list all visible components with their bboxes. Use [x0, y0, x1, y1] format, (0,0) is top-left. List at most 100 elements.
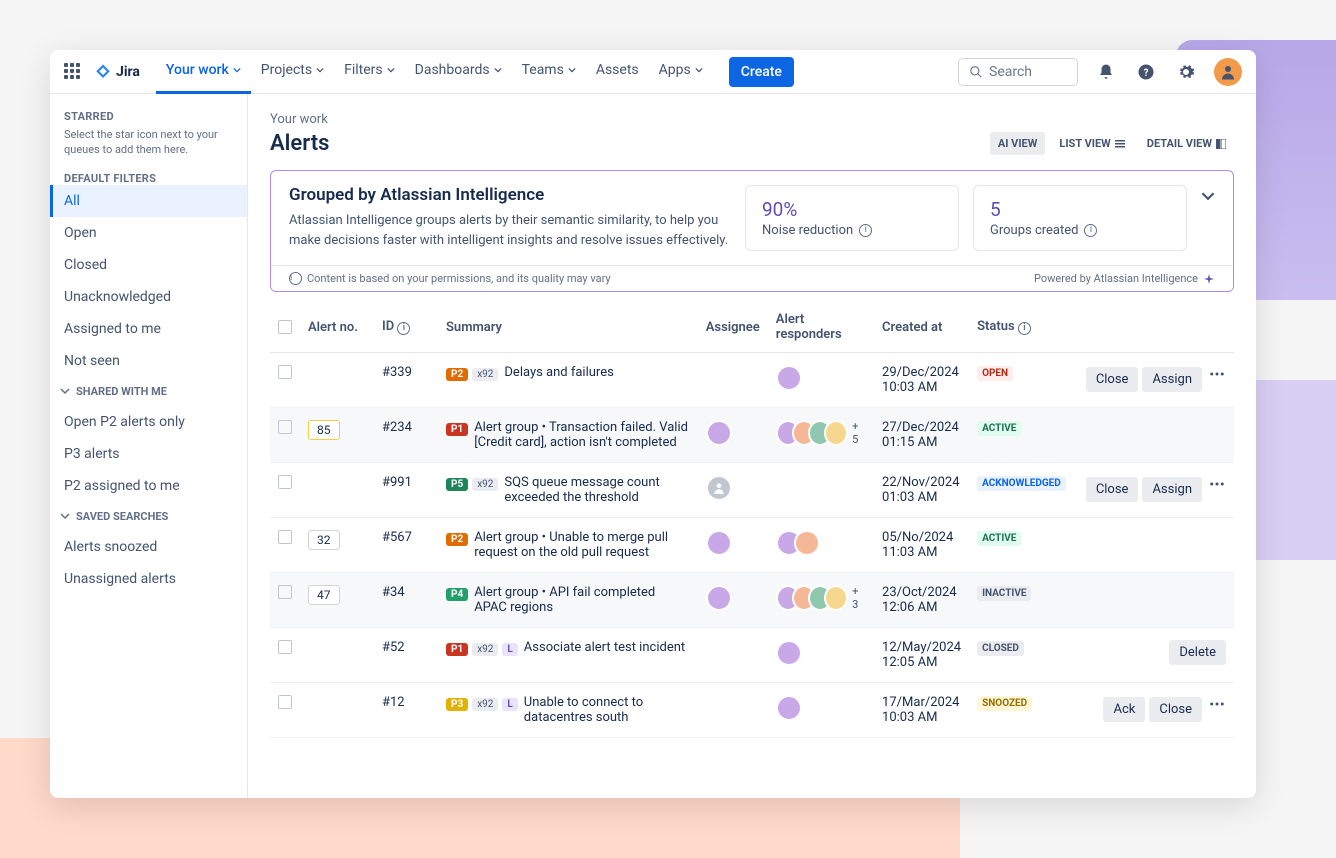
close-button[interactable]: Close: [1086, 477, 1139, 502]
avatar-icon: [1219, 63, 1237, 81]
more-actions-icon[interactable]: [1208, 365, 1226, 383]
status-badge: CLOSED: [977, 641, 1024, 656]
more-actions-icon[interactable]: [1208, 695, 1226, 713]
delete-button[interactable]: Delete: [1169, 640, 1226, 665]
breadcrumb[interactable]: Your work: [270, 112, 1234, 127]
sidebar-item[interactable]: Unassigned alerts: [50, 563, 247, 595]
sidebar-item[interactable]: P2 assigned to me: [50, 470, 247, 502]
assignee-avatar[interactable]: [706, 420, 732, 446]
alert-summary[interactable]: Unable to connect to datacentres south: [524, 695, 690, 725]
create-button[interactable]: Create: [729, 57, 794, 87]
nav-teams[interactable]: Teams: [512, 50, 586, 94]
sidebar-saved-toggle[interactable]: SAVED SEARCHES: [50, 502, 247, 531]
col-status[interactable]: Status i: [969, 302, 1074, 353]
created-date: 22/Nov/2024 01:03 AM: [874, 463, 969, 518]
sidebar-item[interactable]: Open: [50, 217, 247, 249]
close-button[interactable]: Close: [1149, 697, 1202, 722]
info-icon[interactable]: i: [1084, 224, 1097, 237]
view-detail[interactable]: DETAIL VIEW: [1139, 132, 1234, 155]
sidebar-item[interactable]: Closed: [50, 249, 247, 281]
nav-your-work[interactable]: Your work: [156, 50, 251, 94]
responder-avatars[interactable]: [776, 695, 866, 721]
responder-avatars[interactable]: [776, 530, 866, 556]
alert-summary[interactable]: Delays and failures: [504, 365, 613, 380]
nav-assets[interactable]: Assets: [586, 50, 649, 94]
row-checkbox[interactable]: [278, 695, 292, 709]
chevron-down-icon: [387, 66, 395, 74]
info-icon[interactable]: i: [397, 322, 410, 335]
sidebar-item[interactable]: Assigned to me: [50, 313, 247, 345]
responder-avatars[interactable]: [776, 640, 866, 666]
row-checkbox[interactable]: [278, 475, 292, 489]
page-title: Alerts: [270, 131, 329, 156]
search-input[interactable]: Search: [958, 58, 1078, 86]
alert-summary[interactable]: Associate alert test incident: [524, 640, 685, 655]
responder-avatars[interactable]: [776, 365, 866, 391]
view-list[interactable]: LIST VIEW: [1051, 132, 1132, 155]
notifications-icon[interactable]: [1094, 60, 1118, 84]
assignee-avatar[interactable]: [706, 475, 732, 501]
sidebar-item[interactable]: Open P2 alerts only: [50, 406, 247, 438]
l-badge: L: [502, 643, 517, 656]
nav-filters[interactable]: Filters: [334, 50, 405, 94]
alert-summary[interactable]: Alert group • API fail completed APAC re…: [474, 585, 690, 615]
nav-projects[interactable]: Projects: [251, 50, 334, 94]
chevron-down-icon: [494, 66, 502, 74]
sidebar-item[interactable]: Alerts snoozed: [50, 531, 247, 563]
assignee-avatar[interactable]: [706, 530, 732, 556]
view-ai[interactable]: AI VIEW: [990, 132, 1046, 155]
nav-dashboards[interactable]: Dashboards: [405, 50, 512, 94]
ack-button[interactable]: Ack: [1103, 697, 1145, 722]
col-id[interactable]: ID i: [374, 302, 438, 353]
app-switcher-icon[interactable]: [64, 63, 82, 81]
sidebar-shared-toggle[interactable]: SHARED WITH ME: [50, 377, 247, 406]
alert-count: 47: [308, 585, 340, 605]
priority-badge: P1: [446, 423, 468, 436]
more-actions-icon[interactable]: [1208, 475, 1226, 493]
row-checkbox[interactable]: [278, 365, 292, 379]
alert-count: 32: [308, 530, 340, 550]
chevron-down-icon: [695, 66, 703, 74]
row-checkbox[interactable]: [278, 530, 292, 544]
col-alertno[interactable]: Alert no.: [300, 302, 374, 353]
row-checkbox[interactable]: [278, 420, 292, 434]
sidebar-item[interactable]: Not seen: [50, 345, 247, 377]
alerts-table: Alert no. ID i Summary Assignee Alert re…: [270, 302, 1234, 738]
sidebar-item[interactable]: All: [50, 185, 247, 217]
avatar: [776, 640, 802, 666]
row-checkbox[interactable]: [278, 585, 292, 599]
avatar: [794, 530, 820, 556]
assign-button[interactable]: Assign: [1142, 477, 1202, 502]
col-assignee[interactable]: Assignee: [698, 302, 768, 353]
created-date: 17/Mar/2024 10:03 AM: [874, 683, 969, 738]
jira-logo[interactable]: Jira: [94, 63, 140, 81]
sidebar-starred-hint: Select the star icon next to your queues…: [50, 123, 247, 172]
settings-icon[interactable]: [1174, 60, 1198, 84]
col-summary[interactable]: Summary: [438, 302, 698, 353]
assignee-avatar[interactable]: [706, 585, 732, 611]
info-icon[interactable]: i: [1018, 322, 1031, 335]
table-row: 85 #234 P1Alert group • Transaction fail…: [270, 408, 1234, 463]
select-all-checkbox[interactable]: [278, 320, 292, 334]
row-checkbox[interactable]: [278, 640, 292, 654]
assign-button[interactable]: Assign: [1142, 367, 1202, 392]
responder-avatars[interactable]: + 3: [776, 585, 866, 611]
alert-summary[interactable]: Alert group • Unable to merge pull reque…: [474, 530, 690, 560]
col-created[interactable]: Created at: [874, 302, 969, 353]
alert-summary[interactable]: Alert group • Transaction failed. Valid …: [474, 420, 690, 450]
sidebar-item[interactable]: Unacknowledged: [50, 281, 247, 313]
help-icon[interactable]: ?: [1134, 60, 1158, 84]
sidebar-item[interactable]: P3 alerts: [50, 438, 247, 470]
avatar: [824, 585, 848, 611]
close-button[interactable]: Close: [1086, 367, 1139, 392]
info-icon[interactable]: i: [859, 224, 872, 237]
alert-id: #339: [374, 353, 438, 408]
nav-apps[interactable]: Apps: [649, 50, 713, 94]
view-switcher: AI VIEW LIST VIEW DETAIL VIEW: [990, 132, 1234, 155]
alert-summary[interactable]: SQS queue message count exceeded the thr…: [504, 475, 689, 505]
user-avatar[interactable]: [1214, 58, 1242, 86]
responder-avatars[interactable]: + 5: [776, 420, 866, 446]
col-responders[interactable]: Alert responders: [768, 302, 874, 353]
chevron-down-icon: [1201, 189, 1215, 203]
panel-collapse[interactable]: [1201, 185, 1215, 251]
